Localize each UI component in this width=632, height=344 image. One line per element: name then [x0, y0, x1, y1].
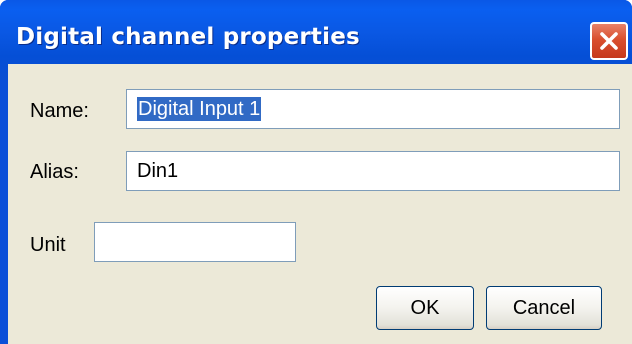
alias-field-value: Din1	[137, 160, 179, 182]
alias-field[interactable]: Din1	[126, 151, 620, 191]
cancel-button[interactable]: Cancel	[486, 286, 602, 330]
name-field-value: Digital Input 1	[137, 97, 262, 121]
close-icon	[600, 32, 618, 50]
unit-label: Unit	[30, 234, 66, 256]
alias-label: Alias:	[30, 161, 79, 183]
name-label: Name:	[30, 100, 89, 122]
dialog-body: Name: Digital Input 1 Alias: Din1 Unit O…	[8, 64, 632, 344]
dialog-title: Digital channel properties	[16, 24, 360, 50]
unit-field[interactable]	[94, 222, 296, 262]
ok-button[interactable]: OK	[376, 286, 474, 330]
name-field[interactable]: Digital Input 1	[126, 89, 620, 129]
close-button[interactable]	[590, 22, 628, 60]
dialog-window: Digital channel properties Name: Digital…	[0, 0, 632, 344]
